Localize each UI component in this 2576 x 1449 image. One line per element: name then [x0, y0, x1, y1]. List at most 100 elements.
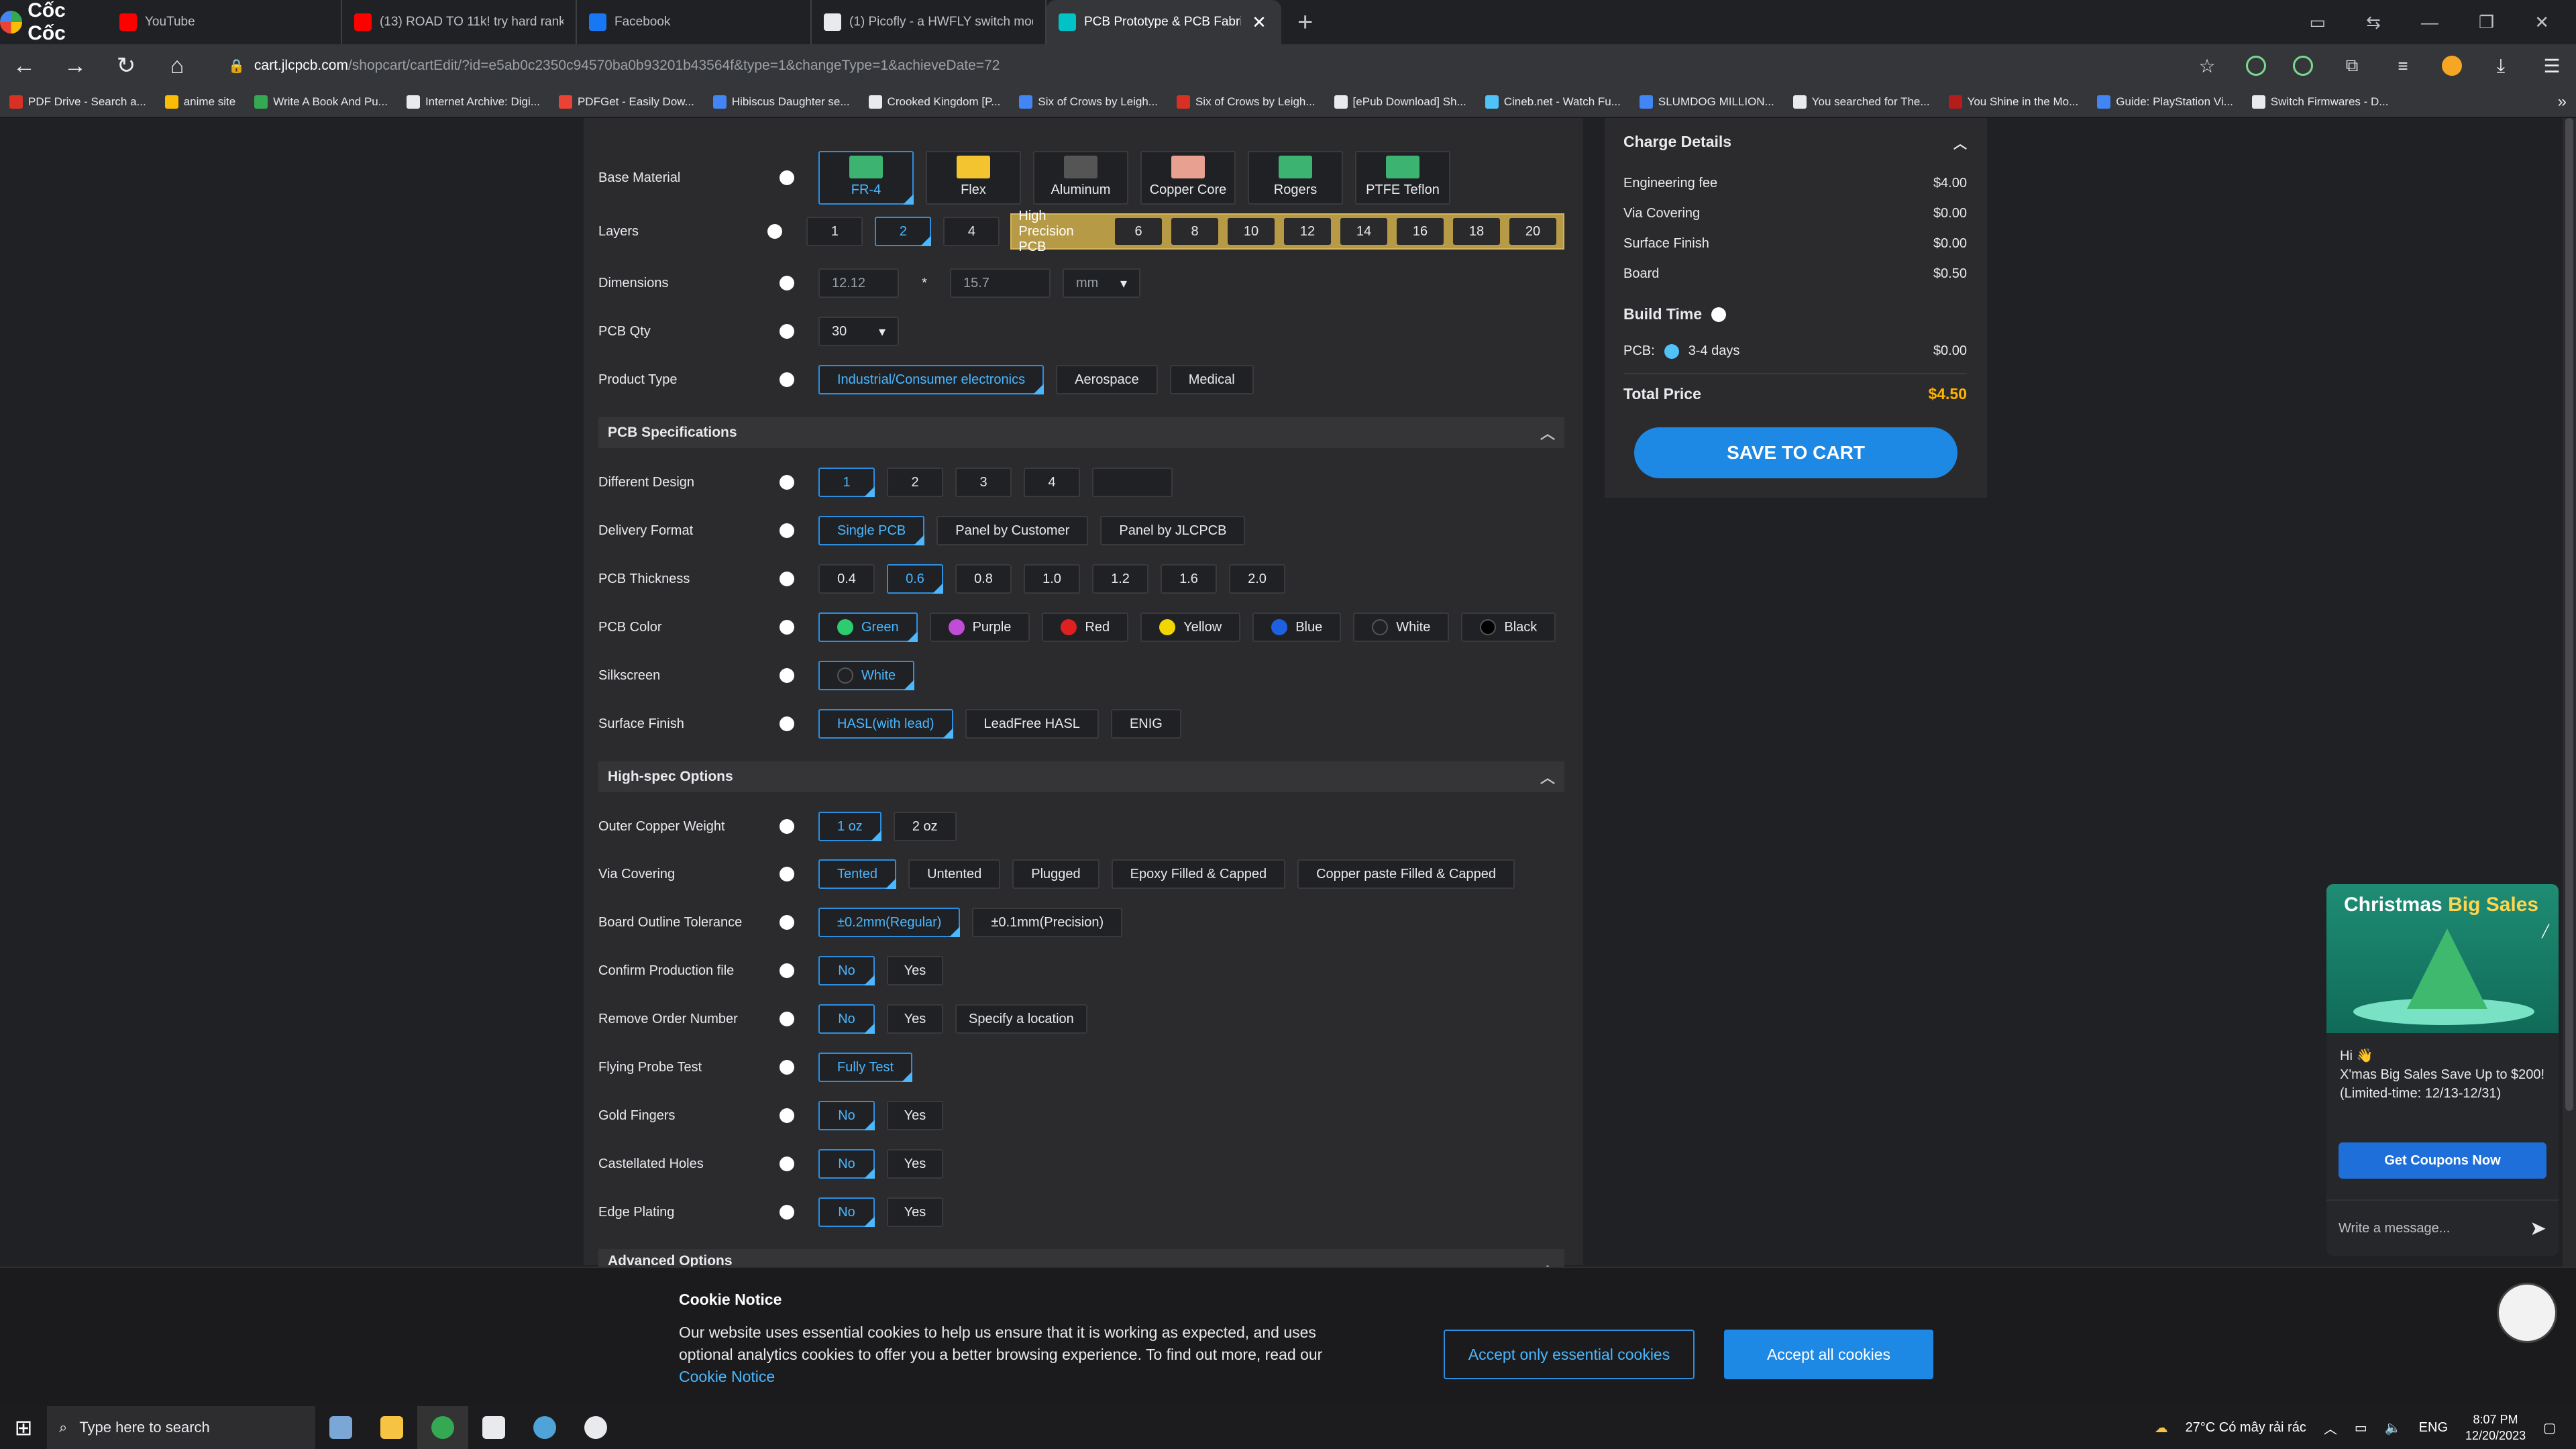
bookmark-item[interactable]: Six of Crows by Leigh... — [1019, 95, 1158, 109]
chrome-icon[interactable] — [570, 1406, 621, 1449]
page-scrollbar-thumb[interactable] — [2565, 118, 2573, 1111]
bookmark-item[interactable]: PDFGet - Easily Dow... — [558, 95, 694, 109]
delivery-format-option-single-pcb[interactable]: Single PCB — [818, 516, 925, 545]
file-explorer-icon[interactable] — [366, 1406, 417, 1449]
via-covering-option-copper-paste-filled-capped[interactable]: Copper paste Filled & Capped — [1297, 859, 1515, 889]
pcb-qty-select[interactable]: 30 ▾ — [818, 317, 899, 346]
browser-tab[interactable]: PCB Prototype & PCB Fabricatio ✕ — [1046, 0, 1281, 44]
bookmark-item[interactable]: Switch Firmwares - D... — [2251, 95, 2388, 109]
charge-header[interactable]: Charge Details ︿ — [1623, 133, 1967, 152]
taskbar-search-box[interactable]: ⌕ Type here to search — [47, 1406, 315, 1449]
unit-select[interactable]: mm ▾ — [1063, 268, 1140, 298]
chat-message-input[interactable]: Write a message... ➤ — [2326, 1199, 2559, 1256]
layers-option-2[interactable]: 2 — [875, 217, 932, 246]
via-covering-option-untented[interactable]: Untented — [908, 859, 1001, 889]
coccoc-taskbar-icon[interactable] — [417, 1406, 468, 1449]
extension-moon-icon[interactable] — [2246, 56, 2266, 76]
different-design-option-4[interactable]: 4 — [1024, 468, 1080, 497]
pcb-color-option-purple[interactable]: Purple — [929, 612, 1030, 642]
bookmark-item[interactable]: Guide: PlayStation Vi... — [2097, 95, 2233, 109]
remove-order-option-yes[interactable]: Yes — [887, 1004, 943, 1034]
accept-essential-cookies-button[interactable]: Accept only essential cookies — [1444, 1330, 1695, 1379]
board-outline-option-0-2mm-regular[interactable]: ±0.2mm(Regular) — [818, 908, 961, 937]
delivery-format-option-panel-by-jlcpcb[interactable]: Panel by JLCPCB — [1100, 516, 1246, 545]
via-covering-option-plugged[interactable]: Plugged — [1012, 859, 1099, 889]
gold-fingers-option-no[interactable]: No — [818, 1101, 875, 1130]
pcb-thickness-option-2-0[interactable]: 2.0 — [1229, 564, 1285, 594]
layers-option-hp-8[interactable]: 8 — [1171, 218, 1218, 245]
surface-finish-option-leadfree-hasl[interactable]: LeadFree HASL — [965, 709, 1099, 739]
volume-icon[interactable]: 🔈 — [2385, 1419, 2402, 1436]
promo-banner[interactable]: Christmas Big Sales ╱ — [2326, 884, 2559, 1033]
pcb-thickness-option-1-2[interactable]: 1.2 — [1092, 564, 1148, 594]
confirm-file-option-yes[interactable]: Yes — [887, 956, 943, 985]
pcb-thickness-option-1-6[interactable]: 1.6 — [1161, 564, 1217, 594]
base-material-option-fr-4[interactable]: FR-4 — [818, 151, 914, 205]
outer-copper-option-1-oz[interactable]: 1 oz — [818, 812, 881, 841]
layers-option-hp-12[interactable]: 12 — [1284, 218, 1331, 245]
edge-plating-option-no[interactable]: No — [818, 1197, 875, 1227]
layers-option-hp-16[interactable]: 16 — [1397, 218, 1444, 245]
bookmark-star-icon[interactable]: ☆ — [2195, 55, 2219, 77]
close-icon[interactable]: ╱ — [2542, 924, 2549, 938]
surface-finish-option-enig[interactable]: ENIG — [1110, 709, 1181, 739]
network-icon[interactable]: ▭ — [2355, 1419, 2367, 1436]
gold-fingers-option-yes[interactable]: Yes — [887, 1101, 943, 1130]
layers-option-hp-6[interactable]: 6 — [1115, 218, 1162, 245]
chat-support-avatar[interactable] — [2497, 1283, 2557, 1343]
accept-all-cookies-button[interactable]: Accept all cookies — [1724, 1330, 1933, 1379]
base-material-option-aluminum[interactable]: Aluminum — [1033, 151, 1128, 205]
minimize-icon[interactable]: — — [2421, 12, 2438, 33]
different-design-option-3[interactable]: 3 — [955, 468, 1012, 497]
bookmark-item[interactable]: Crooked Kingdom [P... — [868, 95, 1000, 109]
bookmark-item[interactable]: Hibiscus Daughter se... — [712, 95, 850, 109]
menu-icon[interactable]: ☰ — [2540, 55, 2564, 77]
outer-copper-option-2-oz[interactable]: 2 oz — [893, 812, 957, 841]
tray-chevron-icon[interactable]: ︿ — [2324, 1418, 2337, 1438]
forward-icon[interactable]: → — [63, 53, 87, 79]
browser-tab[interactable]: (13) ROAD TO 11k! try hard rank toi — [342, 0, 577, 44]
bookmark-item[interactable]: anime site — [164, 95, 235, 109]
via-covering-option-tented[interactable]: Tented — [818, 859, 897, 889]
product-type-option-aerospace[interactable]: Aerospace — [1056, 365, 1158, 394]
bookmark-item[interactable]: You searched for The... — [1792, 95, 1930, 109]
board-outline-option-0-1mm-precision[interactable]: ±0.1mm(Precision) — [972, 908, 1123, 937]
section-advanced-options[interactable]: Advanced Options ︿ — [598, 1249, 1564, 1267]
base-material-option-ptfe-teflon[interactable]: PTFE Teflon — [1355, 151, 1450, 205]
section-high-spec-options[interactable]: High-spec Options ︿ — [598, 761, 1564, 792]
back-history-icon[interactable]: ⇆ — [2366, 12, 2381, 33]
epic-games-icon[interactable] — [468, 1406, 519, 1449]
remove-order-option-no[interactable]: No — [818, 1004, 875, 1034]
layers-option-1[interactable]: 1 — [806, 217, 863, 246]
bookmark-item[interactable]: Cineb.net - Watch Fu... — [1485, 95, 1621, 109]
steam-icon[interactable] — [519, 1406, 570, 1449]
different-design-option-1[interactable]: 1 — [818, 468, 875, 497]
pcb-color-option-green[interactable]: Green — [818, 612, 918, 642]
browser-logo[interactable]: Cốc Cốc — [0, 0, 107, 44]
castellated-option-yes[interactable]: Yes — [887, 1149, 943, 1179]
reading-list-icon[interactable]: ≡ — [2391, 56, 2415, 76]
bookmark-item[interactable]: You Shine in the Mo... — [1948, 95, 2078, 109]
notification-icon[interactable]: ▢ — [2543, 1419, 2556, 1436]
browser-tab[interactable]: (1) Picofly - a HWFLY switch modchi — [812, 0, 1046, 44]
layers-option-4[interactable]: 4 — [943, 217, 1000, 246]
profile-icon[interactable] — [2442, 56, 2462, 76]
bookmarks-overflow-icon[interactable]: » — [2558, 93, 2567, 111]
reload-icon[interactable]: ↻ — [114, 52, 138, 79]
bookmark-item[interactable]: SLUMDOG MILLION... — [1639, 95, 1774, 109]
pcb-color-option-red[interactable]: Red — [1042, 612, 1129, 642]
flying-probe-option-fully-test[interactable]: Fully Test — [818, 1053, 913, 1082]
base-material-option-copper-core[interactable]: Copper Core — [1140, 151, 1236, 205]
browser-tab[interactable]: YouTube — [107, 0, 342, 44]
pcb-thickness-option-0-4[interactable]: 0.4 — [818, 564, 875, 594]
silkscreen-option-white[interactable]: White — [818, 661, 915, 690]
pcb-color-option-white[interactable]: White — [1353, 612, 1450, 642]
surface-finish-option-hasl-with-lead[interactable]: HASL(with lead) — [818, 709, 953, 739]
bookmark-item[interactable]: Write A Book And Pu... — [254, 95, 388, 109]
home-icon[interactable]: ⌂ — [165, 53, 189, 79]
layers-option-hp-14[interactable]: 14 — [1340, 218, 1387, 245]
pcb-color-option-black[interactable]: Black — [1461, 612, 1556, 642]
close-tab-icon[interactable]: ✕ — [1249, 12, 1269, 33]
base-material-option-flex[interactable]: Flex — [926, 151, 1021, 205]
taskbar-sneaker-icon[interactable] — [315, 1406, 366, 1449]
